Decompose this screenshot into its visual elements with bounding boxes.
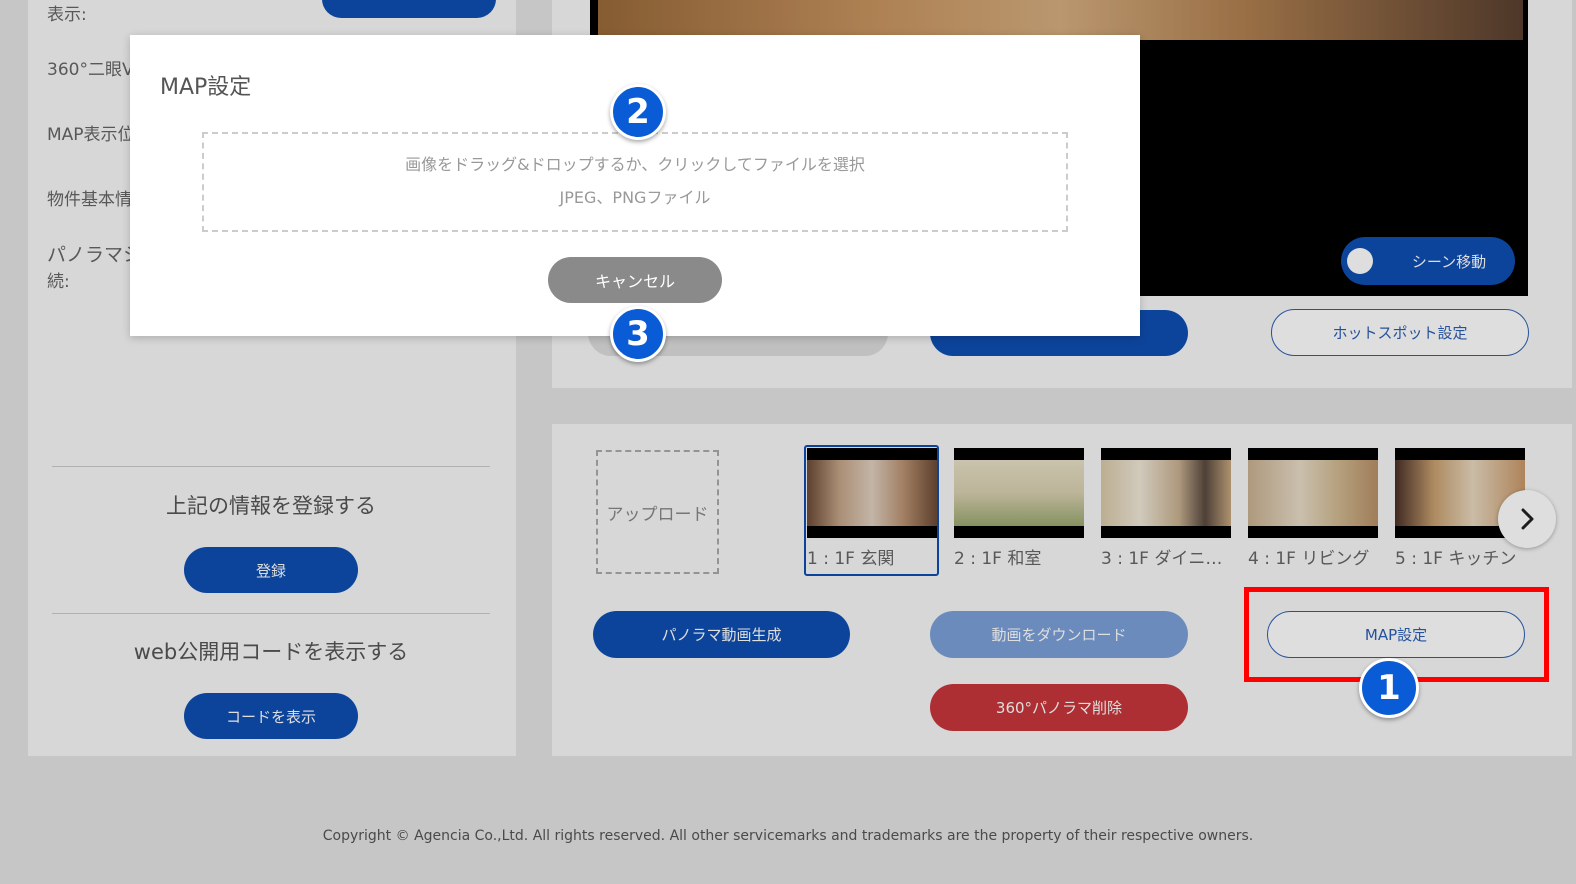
annotation-badge-1: 1 [1359, 658, 1419, 718]
dropzone-formats: JPEG、PNGファイル [559, 188, 711, 207]
dropzone-text: 画像をドラッグ&ドロップするか、クリックしてファイルを選択 [405, 155, 865, 174]
image-dropzone[interactable]: 画像をドラッグ&ドロップするか、クリックしてファイルを選択 JPEG、PNGファ… [202, 132, 1068, 232]
modal-title: MAP設定 [160, 75, 252, 100]
annotation-badge-2: 2 [610, 84, 666, 140]
map-settings-modal: MAP設定 画像をドラッグ&ドロップするか、クリックしてファイルを選択 JPEG… [130, 35, 1140, 336]
cancel-button[interactable]: キャンセル [548, 257, 722, 303]
annotation-badge-3: 3 [610, 306, 666, 362]
